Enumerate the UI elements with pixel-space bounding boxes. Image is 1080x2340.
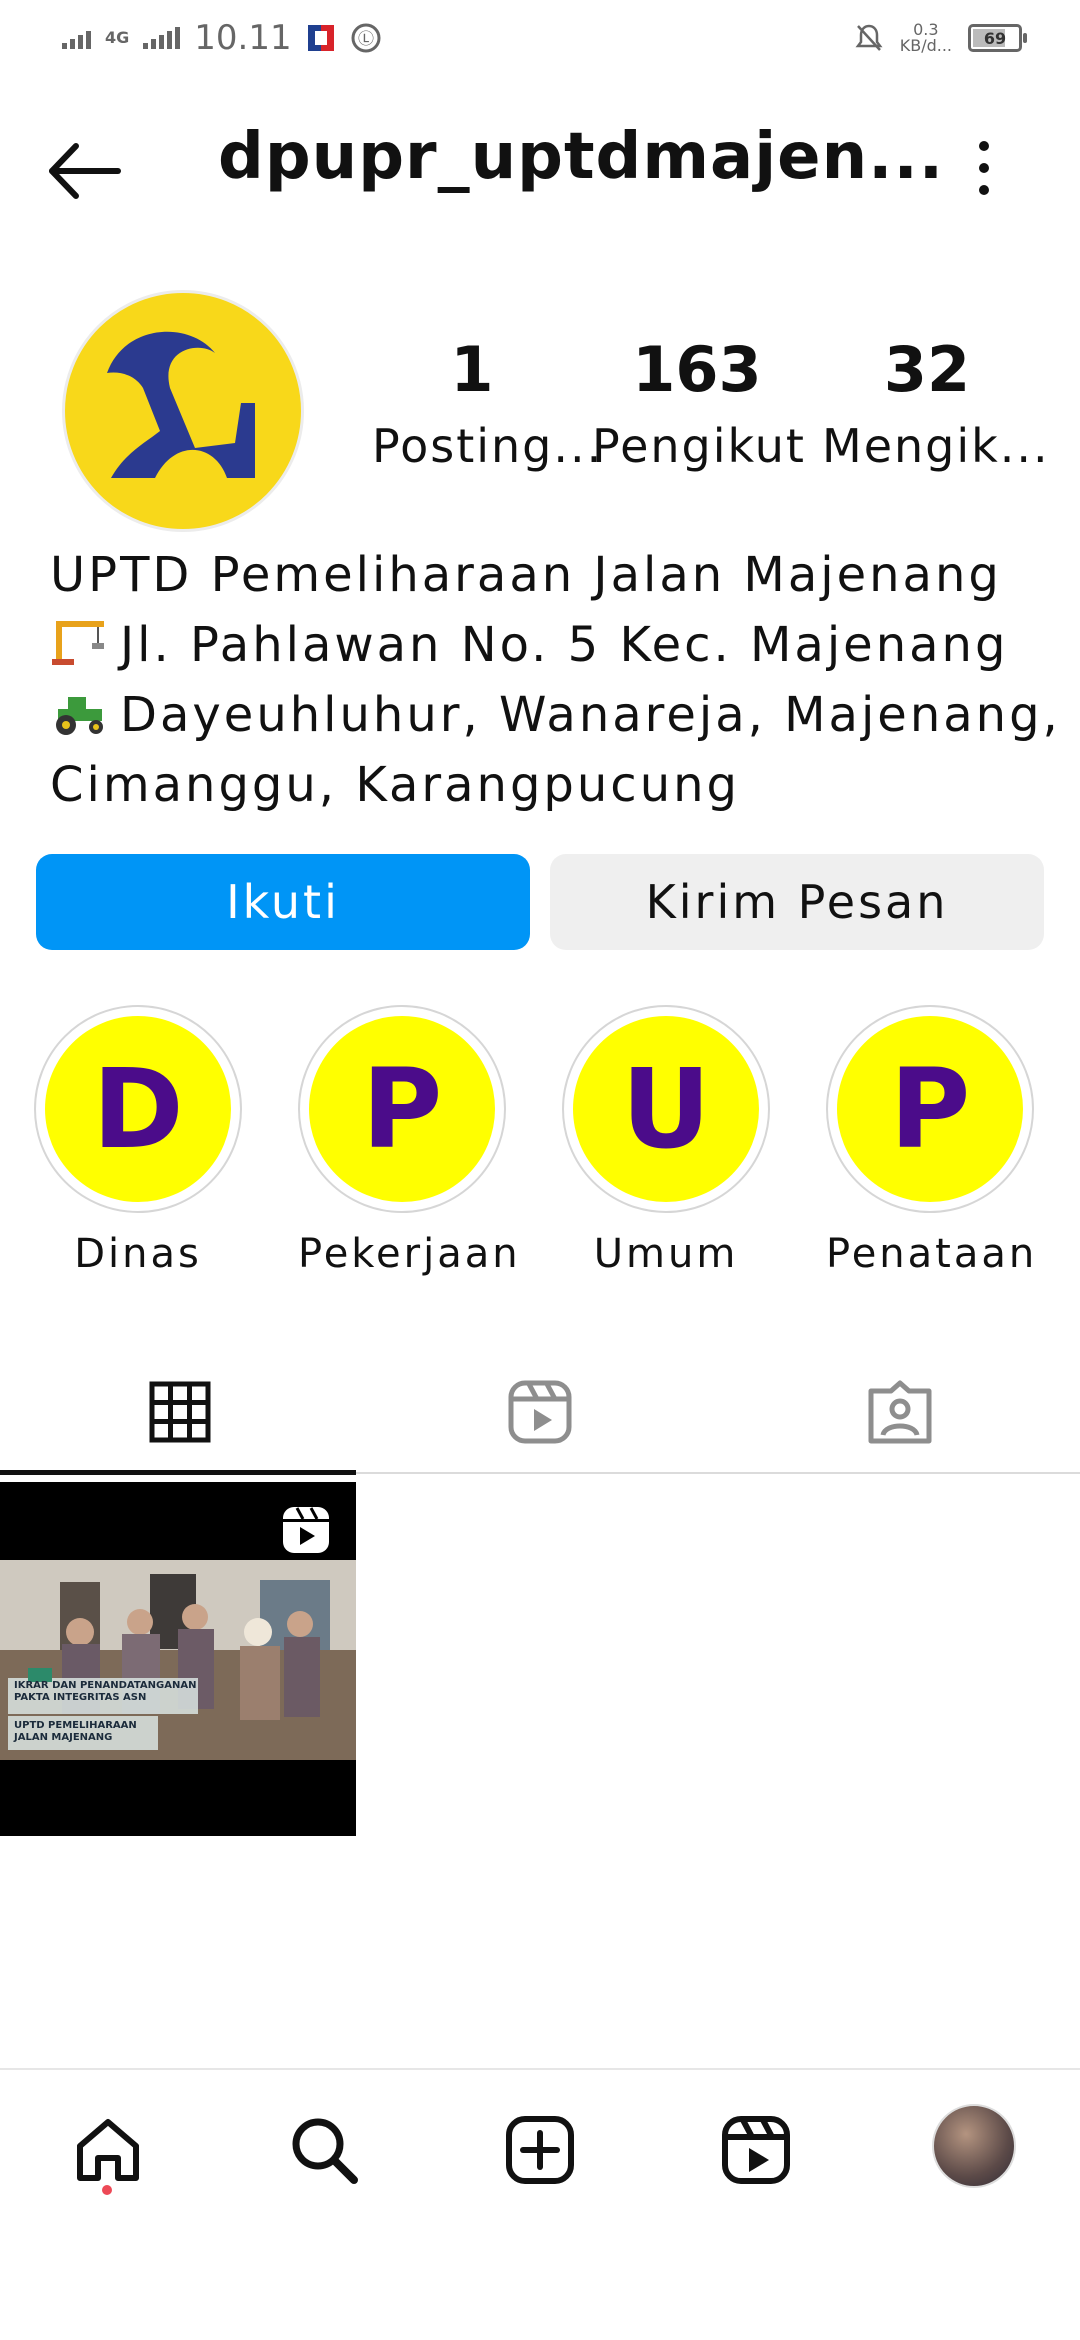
bio-line: Cimanggu, Karangpucung	[50, 757, 740, 813]
profile-bio: UPTD Pemeliharaan Jalan Majenang Jl. Pah…	[50, 540, 1058, 820]
grid-icon	[149, 1381, 211, 1443]
highlight-penataan[interactable]: P Penataan	[826, 1005, 1034, 1277]
nav-reels[interactable]	[706, 2100, 806, 2200]
more-options-button[interactable]	[960, 138, 1008, 198]
tab-reels[interactable]	[360, 1350, 720, 1474]
post-thumbnail[interactable]: IKRAR DAN PENANDATANGANAN PAKTA INTEGRIT…	[0, 1482, 356, 1836]
app-notification-icon-2: Ⓛ	[351, 23, 381, 53]
bio-line: Jl. Pahlawan No. 5 Kec. Majenang	[50, 610, 1050, 680]
home-icon	[77, 2119, 139, 2181]
back-button[interactable]	[46, 136, 122, 206]
highlight-cover: P	[309, 1016, 495, 1202]
highlight-label: Pekerjaan	[298, 1231, 521, 1277]
bottom-nav-divider	[0, 2068, 1080, 2070]
tagged-user-icon	[868, 1380, 932, 1444]
crane-emoji-icon	[52, 621, 104, 665]
nav-create[interactable]	[490, 2100, 590, 2200]
home-notification-dot	[102, 2185, 112, 2195]
network-indicator: 4G	[105, 28, 130, 47]
add-post-icon	[506, 2116, 574, 2184]
stat-posts[interactable]: 1 Posting...	[372, 325, 601, 477]
status-bar: 4G 10.11 Ⓛ 0.3 KB/d... 69	[0, 0, 1080, 84]
signal-icon	[62, 27, 91, 49]
stat-following[interactable]: 32 Mengik...	[822, 325, 1048, 477]
follow-button[interactable]: Ikuti	[36, 854, 530, 950]
message-button[interactable]: Kirim Pesan	[550, 854, 1044, 950]
signal-icon-2	[143, 27, 181, 49]
highlight-cover: D	[45, 1016, 231, 1202]
post-caption-overlay-2: UPTD PEMELIHARAAN JALAN MAJENANG	[14, 1720, 137, 1743]
search-icon	[292, 2118, 358, 2184]
data-speed: 0.3 KB/d...	[899, 20, 952, 55]
tab-tagged[interactable]	[720, 1350, 1080, 1474]
back-arrow-icon	[49, 143, 121, 199]
nav-profile-avatar[interactable]	[932, 2104, 1016, 2188]
highlight-cover: P	[837, 1016, 1023, 1202]
tab-active-indicator	[0, 1470, 356, 1475]
tab-posts-grid[interactable]	[0, 1350, 360, 1474]
reels-icon	[722, 2116, 790, 2184]
app-notification-icon	[307, 25, 334, 51]
battery-icon: 69	[968, 24, 1027, 52]
profile-avatar[interactable]	[62, 290, 304, 532]
svg-text:Ⓛ: Ⓛ	[358, 29, 374, 48]
mute-notification-icon	[855, 24, 883, 51]
highlight-cover: U	[573, 1016, 759, 1202]
highlight-pekerjaan[interactable]: P Pekerjaan	[298, 1005, 521, 1277]
nav-search[interactable]	[274, 2100, 374, 2200]
bio-line: Dayeuhluhur, Wanareja, Majenang,	[50, 680, 1058, 750]
clock: 10.11	[194, 18, 292, 58]
bio-line: UPTD Pemeliharaan Jalan Majenang	[50, 547, 1002, 603]
pu-logo	[107, 331, 255, 478]
highlight-label: Umum	[593, 1231, 739, 1277]
profile-username: dpupr_uptdmajen...	[218, 120, 945, 194]
more-vertical-icon	[979, 141, 989, 195]
highlight-dinas[interactable]: D Dinas	[34, 1005, 242, 1277]
highlight-label: Dinas	[74, 1231, 202, 1277]
stat-followers[interactable]: 163 Pengikut	[592, 325, 804, 477]
tractor-emoji-icon	[56, 697, 103, 735]
reel-indicator-icon	[283, 1507, 329, 1553]
post-caption-overlay: IKRAR DAN PENANDATANGANAN PAKTA INTEGRIT…	[14, 1680, 197, 1703]
highlight-label: Penataan	[826, 1231, 1038, 1277]
reels-icon	[508, 1380, 572, 1444]
highlight-umum[interactable]: U Umum	[562, 1005, 770, 1277]
